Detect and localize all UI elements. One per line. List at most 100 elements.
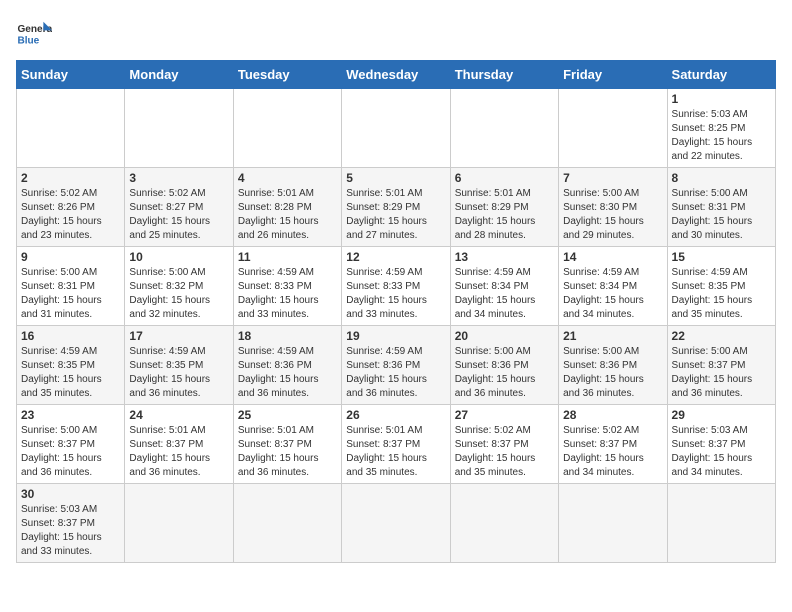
header: General Blue: [16, 16, 776, 52]
day-number: 1: [672, 92, 771, 106]
day-info: Sunrise: 5:03 AM Sunset: 8:37 PM Dayligh…: [672, 424, 771, 480]
calendar-week-5: 30 Sunrise: 5:03 AM Sunset: 8:37 PM Dayli…: [17, 484, 776, 563]
calendar-cell: 13 Sunrise: 4:59 AM Sunset: 8:34 PM Dayli…: [450, 247, 558, 326]
calendar-week-1: 2 Sunrise: 5:02 AM Sunset: 8:26 PM Daylig…: [17, 168, 776, 247]
day-number: 15: [672, 250, 771, 264]
day-info: Sunrise: 5:02 AM Sunset: 8:27 PM Dayligh…: [129, 187, 228, 243]
calendar-cell: 14 Sunrise: 4:59 AM Sunset: 8:34 PM Dayli…: [559, 247, 667, 326]
calendar-cell: [559, 89, 667, 168]
calendar-header-thursday: Thursday: [450, 61, 558, 89]
svg-text:Blue: Blue: [17, 35, 39, 46]
calendar-cell: [233, 484, 341, 563]
day-number: 14: [563, 250, 662, 264]
day-info: Sunrise: 5:02 AM Sunset: 8:26 PM Dayligh…: [21, 187, 120, 243]
day-number: 5: [346, 171, 445, 185]
calendar-cell: 22 Sunrise: 5:00 AM Sunset: 8:37 PM Dayli…: [667, 326, 775, 405]
day-info: Sunrise: 5:01 AM Sunset: 8:29 PM Dayligh…: [346, 187, 445, 243]
day-number: 12: [346, 250, 445, 264]
day-number: 4: [238, 171, 337, 185]
calendar-cell: [233, 89, 341, 168]
day-info: Sunrise: 4:59 AM Sunset: 8:35 PM Dayligh…: [21, 345, 120, 401]
calendar-cell: [125, 484, 233, 563]
day-number: 26: [346, 408, 445, 422]
day-number: 22: [672, 329, 771, 343]
day-info: Sunrise: 4:59 AM Sunset: 8:33 PM Dayligh…: [346, 266, 445, 322]
day-number: 24: [129, 408, 228, 422]
day-number: 6: [455, 171, 554, 185]
calendar-cell: 27 Sunrise: 5:02 AM Sunset: 8:37 PM Dayli…: [450, 405, 558, 484]
day-number: 30: [21, 487, 120, 501]
calendar: SundayMondayTuesdayWednesdayThursdayFrid…: [16, 60, 776, 563]
calendar-cell: 15Sunrise: 4:59 AM Sunset: 8:35 PM Dayli…: [667, 247, 775, 326]
calendar-cell: 12 Sunrise: 4:59 AM Sunset: 8:33 PM Dayli…: [342, 247, 450, 326]
calendar-cell: [125, 89, 233, 168]
day-info: Sunrise: 5:03 AM Sunset: 8:37 PM Dayligh…: [21, 503, 120, 559]
day-info: Sunrise: 5:00 AM Sunset: 8:37 PM Dayligh…: [672, 345, 771, 401]
calendar-cell: 26 Sunrise: 5:01 AM Sunset: 8:37 PM Dayli…: [342, 405, 450, 484]
day-info: Sunrise: 5:02 AM Sunset: 8:37 PM Dayligh…: [455, 424, 554, 480]
calendar-cell: 30 Sunrise: 5:03 AM Sunset: 8:37 PM Dayli…: [17, 484, 125, 563]
day-info: Sunrise: 5:01 AM Sunset: 8:29 PM Dayligh…: [455, 187, 554, 243]
day-number: 13: [455, 250, 554, 264]
calendar-week-3: 16 Sunrise: 4:59 AM Sunset: 8:35 PM Dayli…: [17, 326, 776, 405]
day-info: Sunrise: 5:02 AM Sunset: 8:37 PM Dayligh…: [563, 424, 662, 480]
calendar-header-sunday: Sunday: [17, 61, 125, 89]
day-number: 23: [21, 408, 120, 422]
calendar-header-row: SundayMondayTuesdayWednesdayThursdayFrid…: [17, 61, 776, 89]
calendar-week-0: 1 Sunrise: 5:03 AM Sunset: 8:25 PM Daylig…: [17, 89, 776, 168]
calendar-cell: 8Sunrise: 5:00 AM Sunset: 8:31 PM Daylig…: [667, 168, 775, 247]
day-number: 16: [21, 329, 120, 343]
calendar-week-4: 23 Sunrise: 5:00 AM Sunset: 8:37 PM Dayli…: [17, 405, 776, 484]
day-info: Sunrise: 4:59 AM Sunset: 8:34 PM Dayligh…: [455, 266, 554, 322]
calendar-cell: 28 Sunrise: 5:02 AM Sunset: 8:37 PM Dayli…: [559, 405, 667, 484]
day-number: 18: [238, 329, 337, 343]
day-info: Sunrise: 4:59 AM Sunset: 8:34 PM Dayligh…: [563, 266, 662, 322]
calendar-cell: 24 Sunrise: 5:01 AM Sunset: 8:37 PM Dayli…: [125, 405, 233, 484]
day-number: 11: [238, 250, 337, 264]
day-info: Sunrise: 5:01 AM Sunset: 8:37 PM Dayligh…: [346, 424, 445, 480]
day-number: 19: [346, 329, 445, 343]
day-number: 9: [21, 250, 120, 264]
calendar-cell: 4 Sunrise: 5:01 AM Sunset: 8:28 PM Daylig…: [233, 168, 341, 247]
day-number: 28: [563, 408, 662, 422]
calendar-cell: 1 Sunrise: 5:03 AM Sunset: 8:25 PM Daylig…: [667, 89, 775, 168]
calendar-cell: 10 Sunrise: 5:00 AM Sunset: 8:32 PM Dayli…: [125, 247, 233, 326]
day-info: Sunrise: 5:00 AM Sunset: 8:32 PM Dayligh…: [129, 266, 228, 322]
day-number: 7: [563, 171, 662, 185]
logo-icon: General Blue: [16, 16, 52, 52]
day-info: Sunrise: 5:00 AM Sunset: 8:37 PM Dayligh…: [21, 424, 120, 480]
calendar-cell: 9 Sunrise: 5:00 AM Sunset: 8:31 PM Daylig…: [17, 247, 125, 326]
day-number: 2: [21, 171, 120, 185]
day-info: Sunrise: 5:03 AM Sunset: 8:25 PM Dayligh…: [672, 108, 771, 164]
calendar-cell: 18Sunrise: 4:59 AM Sunset: 8:36 PM Dayli…: [233, 326, 341, 405]
calendar-cell: 20 Sunrise: 5:00 AM Sunset: 8:36 PM Dayli…: [450, 326, 558, 405]
calendar-week-2: 9 Sunrise: 5:00 AM Sunset: 8:31 PM Daylig…: [17, 247, 776, 326]
day-info: Sunrise: 4:59 AM Sunset: 8:35 PM Dayligh…: [129, 345, 228, 401]
calendar-cell: 2 Sunrise: 5:02 AM Sunset: 8:26 PM Daylig…: [17, 168, 125, 247]
day-number: 3: [129, 171, 228, 185]
day-info: Sunrise: 4:59 AM Sunset: 8:36 PM Dayligh…: [346, 345, 445, 401]
calendar-cell: 5 Sunrise: 5:01 AM Sunset: 8:29 PM Daylig…: [342, 168, 450, 247]
calendar-cell: [450, 484, 558, 563]
day-info: Sunrise: 5:00 AM Sunset: 8:31 PM Dayligh…: [21, 266, 120, 322]
calendar-cell: 29Sunrise: 5:03 AM Sunset: 8:37 PM Dayli…: [667, 405, 775, 484]
calendar-cell: 23 Sunrise: 5:00 AM Sunset: 8:37 PM Dayli…: [17, 405, 125, 484]
day-info: Sunrise: 5:00 AM Sunset: 8:36 PM Dayligh…: [455, 345, 554, 401]
day-number: 8: [672, 171, 771, 185]
day-info: Sunrise: 5:01 AM Sunset: 8:28 PM Dayligh…: [238, 187, 337, 243]
day-number: 17: [129, 329, 228, 343]
calendar-cell: 17 Sunrise: 4:59 AM Sunset: 8:35 PM Dayli…: [125, 326, 233, 405]
calendar-cell: 11Sunrise: 4:59 AM Sunset: 8:33 PM Dayli…: [233, 247, 341, 326]
logo: General Blue: [16, 16, 52, 52]
calendar-cell: 19 Sunrise: 4:59 AM Sunset: 8:36 PM Dayli…: [342, 326, 450, 405]
calendar-cell: 21Sunrise: 5:00 AM Sunset: 8:36 PM Dayli…: [559, 326, 667, 405]
calendar-cell: [450, 89, 558, 168]
day-info: Sunrise: 5:00 AM Sunset: 8:30 PM Dayligh…: [563, 187, 662, 243]
day-number: 20: [455, 329, 554, 343]
day-number: 10: [129, 250, 228, 264]
day-info: Sunrise: 5:01 AM Sunset: 8:37 PM Dayligh…: [129, 424, 228, 480]
calendar-header-saturday: Saturday: [667, 61, 775, 89]
calendar-cell: [17, 89, 125, 168]
day-number: 27: [455, 408, 554, 422]
calendar-cell: 7 Sunrise: 5:00 AM Sunset: 8:30 PM Daylig…: [559, 168, 667, 247]
